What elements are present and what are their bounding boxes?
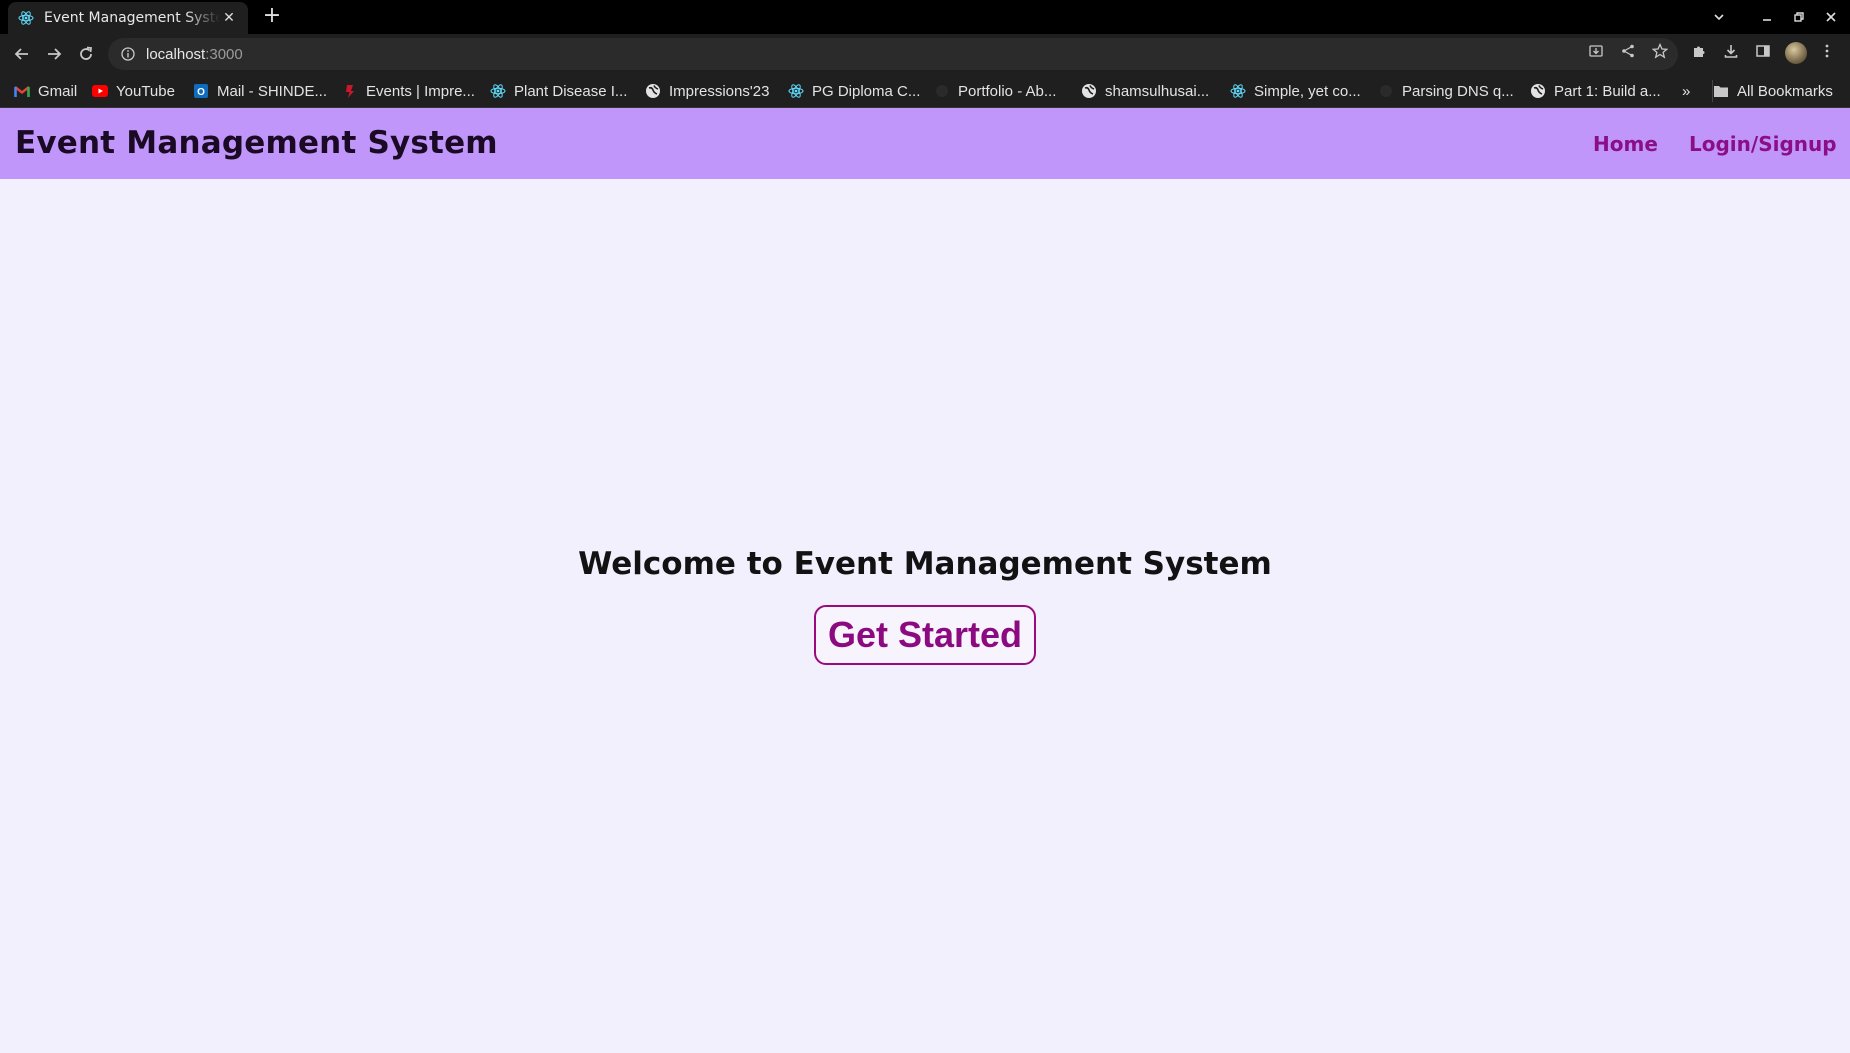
bookmark-label: YouTube xyxy=(116,82,175,100)
reload-icon[interactable] xyxy=(74,42,98,66)
bookmark-part-1[interactable]: Part 1: Build a... xyxy=(1530,80,1661,102)
browser-tab[interactable]: Event Management System ✕ xyxy=(8,2,248,34)
downloads-icon[interactable] xyxy=(1722,42,1740,60)
dark-favicon-icon xyxy=(934,83,950,99)
bookmark-simple-yet[interactable]: Simple, yet co... xyxy=(1230,80,1361,102)
app-navbar: Event Management System Home Login/Signu… xyxy=(0,108,1850,179)
extensions-puzzle-icon[interactable] xyxy=(1690,42,1708,60)
bookmark-impressions[interactable]: Impressions'23 xyxy=(645,80,769,102)
bookmark-star-icon[interactable] xyxy=(1651,42,1669,60)
bookmark-label: Impressions'23 xyxy=(669,82,770,100)
browser-toolbar: localhost:3000 xyxy=(0,34,1850,74)
bookmarks-overflow-button[interactable]: » xyxy=(1682,80,1690,102)
bookmark-mail[interactable]: O Mail - SHINDE... xyxy=(193,80,327,102)
outlook-icon: O xyxy=(193,83,209,99)
bookmark-shamsulhusai[interactable]: shamsulhusai... xyxy=(1081,80,1209,102)
close-icon[interactable]: ✕ xyxy=(220,9,238,27)
globe-icon xyxy=(645,83,661,99)
bookmark-label: Gmail xyxy=(38,82,78,100)
share-icon[interactable] xyxy=(1619,42,1637,60)
side-panel-icon[interactable] xyxy=(1754,42,1772,60)
bookmark-label: Events | Impre... xyxy=(366,82,475,100)
react-icon xyxy=(1230,83,1246,99)
bookmark-label: PG Diploma C... xyxy=(812,82,921,100)
gmail-icon xyxy=(14,83,30,99)
brand-title[interactable]: Event Management System xyxy=(15,125,498,161)
bookmark-youtube[interactable]: YouTube xyxy=(92,80,175,102)
back-arrow-icon[interactable] xyxy=(10,42,34,66)
bookmark-events[interactable]: Events | Impre... xyxy=(342,80,475,102)
dark-favicon-icon xyxy=(1378,83,1394,99)
youtube-icon xyxy=(92,83,108,99)
site-info-icon[interactable] xyxy=(120,46,136,62)
bookmark-gmail[interactable]: Gmail xyxy=(14,80,77,102)
restore-icon[interactable] xyxy=(1788,6,1810,28)
install-app-icon[interactable] xyxy=(1587,42,1605,60)
new-tab-button[interactable]: + xyxy=(260,5,284,29)
bookmarks-bar: Gmail YouTube O Mail - SHINDE... Events … xyxy=(0,74,1850,108)
bookmark-label: Plant Disease I... xyxy=(514,82,628,100)
bookmark-label: Mail - SHINDE... xyxy=(217,82,328,100)
svg-text:O: O xyxy=(197,87,205,98)
bookmark-plant-disease[interactable]: Plant Disease I... xyxy=(490,80,627,102)
events-icon xyxy=(342,83,358,99)
browser-tab-strip: Event Management System ✕ + xyxy=(0,0,1850,34)
bookmark-label: Simple, yet co... xyxy=(1254,82,1361,100)
bookmark-label: All Bookmarks xyxy=(1737,82,1833,100)
react-icon xyxy=(490,83,506,99)
url-text: localhost:3000 xyxy=(146,46,243,63)
globe-icon xyxy=(1530,83,1546,99)
minimize-icon[interactable] xyxy=(1756,6,1778,28)
tab-search-chevron-icon[interactable] xyxy=(1708,6,1730,28)
nav-link-login-signup[interactable]: Login/Signup xyxy=(1689,132,1837,156)
bookmark-parsing-dns[interactable]: Parsing DNS q... xyxy=(1378,80,1514,102)
bookmark-label: Parsing DNS q... xyxy=(1402,82,1514,100)
react-icon xyxy=(788,83,804,99)
close-window-icon[interactable] xyxy=(1820,6,1842,28)
tab-title: Event Management System xyxy=(44,10,220,26)
bookmark-portfolio[interactable]: Portfolio - Ab... xyxy=(934,80,1056,102)
url-port: :3000 xyxy=(205,45,243,63)
globe-icon xyxy=(1081,83,1097,99)
folder-icon xyxy=(1713,83,1729,99)
forward-arrow-icon[interactable] xyxy=(42,42,66,66)
bookmark-pg-diploma[interactable]: PG Diploma C... xyxy=(788,80,920,102)
react-icon xyxy=(18,10,34,26)
nav-link-home[interactable]: Home xyxy=(1593,132,1658,156)
bookmark-label: Portfolio - Ab... xyxy=(958,82,1057,100)
bookmark-label: shamsulhusai... xyxy=(1105,82,1210,100)
get-started-button[interactable]: Get Started xyxy=(814,605,1036,665)
menu-kebab-icon[interactable] xyxy=(1818,42,1836,60)
hero-title: Welcome to Event Management System xyxy=(578,546,1272,582)
address-bar[interactable]: localhost:3000 xyxy=(108,38,1678,70)
url-host: localhost xyxy=(146,45,206,63)
all-bookmarks-button[interactable]: All Bookmarks xyxy=(1712,80,1833,102)
profile-avatar[interactable] xyxy=(1785,42,1807,64)
bookmark-label: Part 1: Build a... xyxy=(1554,82,1661,100)
